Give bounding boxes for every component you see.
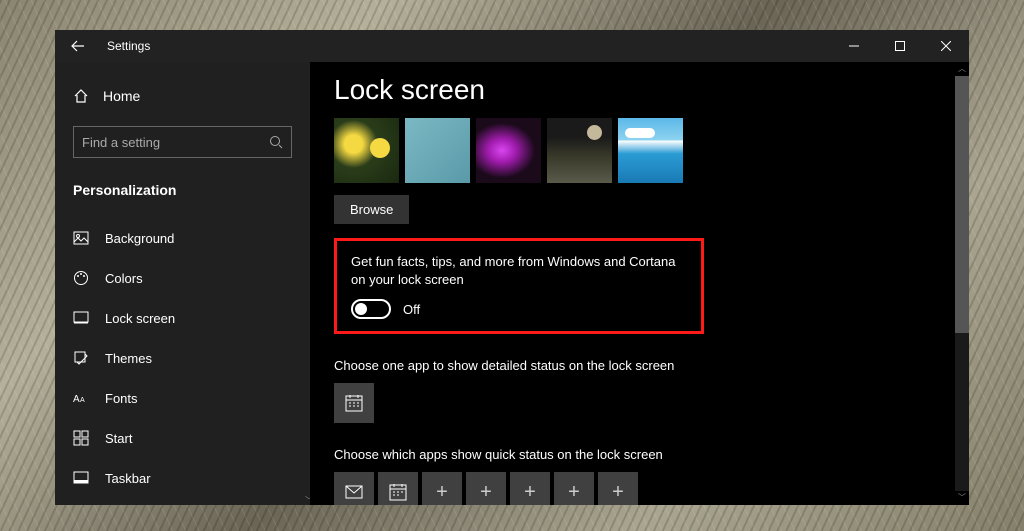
home-icon xyxy=(73,88,89,104)
nav-colors[interactable]: Colors xyxy=(55,258,310,298)
image-icon xyxy=(73,230,89,246)
plus-icon: + xyxy=(568,481,580,504)
fun-facts-setting: Get fun facts, tips, and more from Windo… xyxy=(334,238,704,334)
scroll-down-icon: ﹀ xyxy=(955,491,969,505)
quick-status-tiles: + + + + + xyxy=(334,472,945,505)
arrow-left-icon xyxy=(71,39,85,53)
nav-label: Taskbar xyxy=(105,471,151,486)
mail-icon xyxy=(344,482,364,502)
main-scrollbar[interactable]: ︿ ﹀ xyxy=(955,62,969,505)
close-icon xyxy=(941,41,951,51)
titlebar: Settings xyxy=(55,30,969,62)
nav-start[interactable]: Start xyxy=(55,418,310,458)
nav-label: Themes xyxy=(105,351,152,366)
svg-text:A: A xyxy=(73,394,80,405)
nav-label: Fonts xyxy=(105,391,138,406)
calendar-icon xyxy=(344,393,364,413)
home-button[interactable]: Home xyxy=(55,80,310,112)
fun-facts-toggle[interactable] xyxy=(351,299,391,319)
nav-themes[interactable]: Themes xyxy=(55,338,310,378)
plus-icon: + xyxy=(524,481,536,504)
taskbar-icon xyxy=(73,470,89,486)
toggle-state: Off xyxy=(403,302,420,317)
back-button[interactable] xyxy=(55,30,101,62)
nav-list: Background Colors Lock screen Themes AA … xyxy=(55,218,310,498)
window-title: Settings xyxy=(107,39,150,53)
fun-facts-label: Get fun facts, tips, and more from Windo… xyxy=(351,253,687,289)
category-header: Personalization xyxy=(55,172,310,208)
thumbnail-4[interactable] xyxy=(547,118,612,183)
nav-taskbar[interactable]: Taskbar xyxy=(55,458,310,498)
thumbnail-2[interactable] xyxy=(405,118,470,183)
fonts-icon: AA xyxy=(73,390,89,406)
detailed-app-tile[interactable] xyxy=(334,383,374,423)
thumbnail-3[interactable] xyxy=(476,118,541,183)
background-thumbnails xyxy=(334,118,945,183)
quick-tile-add-2[interactable]: + xyxy=(466,472,506,505)
search-icon xyxy=(269,135,283,149)
sidebar: Home Personalization Background Colors xyxy=(55,62,310,505)
toggle-row: Off xyxy=(351,299,687,319)
minimize-button[interactable] xyxy=(831,30,877,62)
browse-button[interactable]: Browse xyxy=(334,195,409,224)
plus-icon: + xyxy=(480,481,492,504)
quick-tile-add-1[interactable]: + xyxy=(422,472,462,505)
maximize-icon xyxy=(895,41,905,51)
minimize-icon xyxy=(849,41,859,51)
window-body: Home Personalization Background Colors xyxy=(55,62,969,505)
thumbnail-5[interactable] xyxy=(618,118,683,183)
nav-label: Background xyxy=(105,231,174,246)
quick-tile-add-3[interactable]: + xyxy=(510,472,550,505)
page-title: Lock screen xyxy=(334,74,945,106)
plus-icon: + xyxy=(612,481,624,504)
maximize-button[interactable] xyxy=(877,30,923,62)
search-box[interactable] xyxy=(73,126,292,158)
search-container xyxy=(73,126,292,158)
window-controls xyxy=(831,30,969,62)
scroll-track xyxy=(955,76,969,491)
plus-icon: + xyxy=(436,481,448,504)
quick-status-section: Choose which apps show quick status on t… xyxy=(334,447,945,505)
quick-tile-add-5[interactable]: + xyxy=(598,472,638,505)
start-icon xyxy=(73,430,89,446)
lockscreen-icon xyxy=(73,310,89,326)
quick-tile-add-4[interactable]: + xyxy=(554,472,594,505)
detailed-status-label: Choose one app to show detailed status o… xyxy=(334,358,945,373)
palette-icon xyxy=(73,270,89,286)
scroll-thumb[interactable] xyxy=(955,76,969,333)
close-button[interactable] xyxy=(923,30,969,62)
quick-tile-mail[interactable] xyxy=(334,472,374,505)
home-label: Home xyxy=(103,88,140,104)
nav-lockscreen[interactable]: Lock screen xyxy=(55,298,310,338)
detailed-status-section: Choose one app to show detailed status o… xyxy=(334,358,945,423)
settings-window: Settings Home Personalization xyxy=(55,30,969,505)
svg-text:A: A xyxy=(80,397,85,404)
nav-background[interactable]: Background xyxy=(55,218,310,258)
nav-label: Lock screen xyxy=(105,311,175,326)
thumbnail-1[interactable] xyxy=(334,118,399,183)
nav-label: Colors xyxy=(105,271,143,286)
quick-tile-calendar[interactable] xyxy=(378,472,418,505)
themes-icon xyxy=(73,350,89,366)
nav-label: Start xyxy=(105,431,132,446)
quick-status-label: Choose which apps show quick status on t… xyxy=(334,447,945,462)
search-input[interactable] xyxy=(82,135,269,150)
main-content: Lock screen Browse Get fun facts, tips, … xyxy=(310,62,969,505)
nav-fonts[interactable]: AA Fonts xyxy=(55,378,310,418)
scroll-up-icon: ︿ xyxy=(955,62,969,76)
calendar-icon xyxy=(388,482,408,502)
